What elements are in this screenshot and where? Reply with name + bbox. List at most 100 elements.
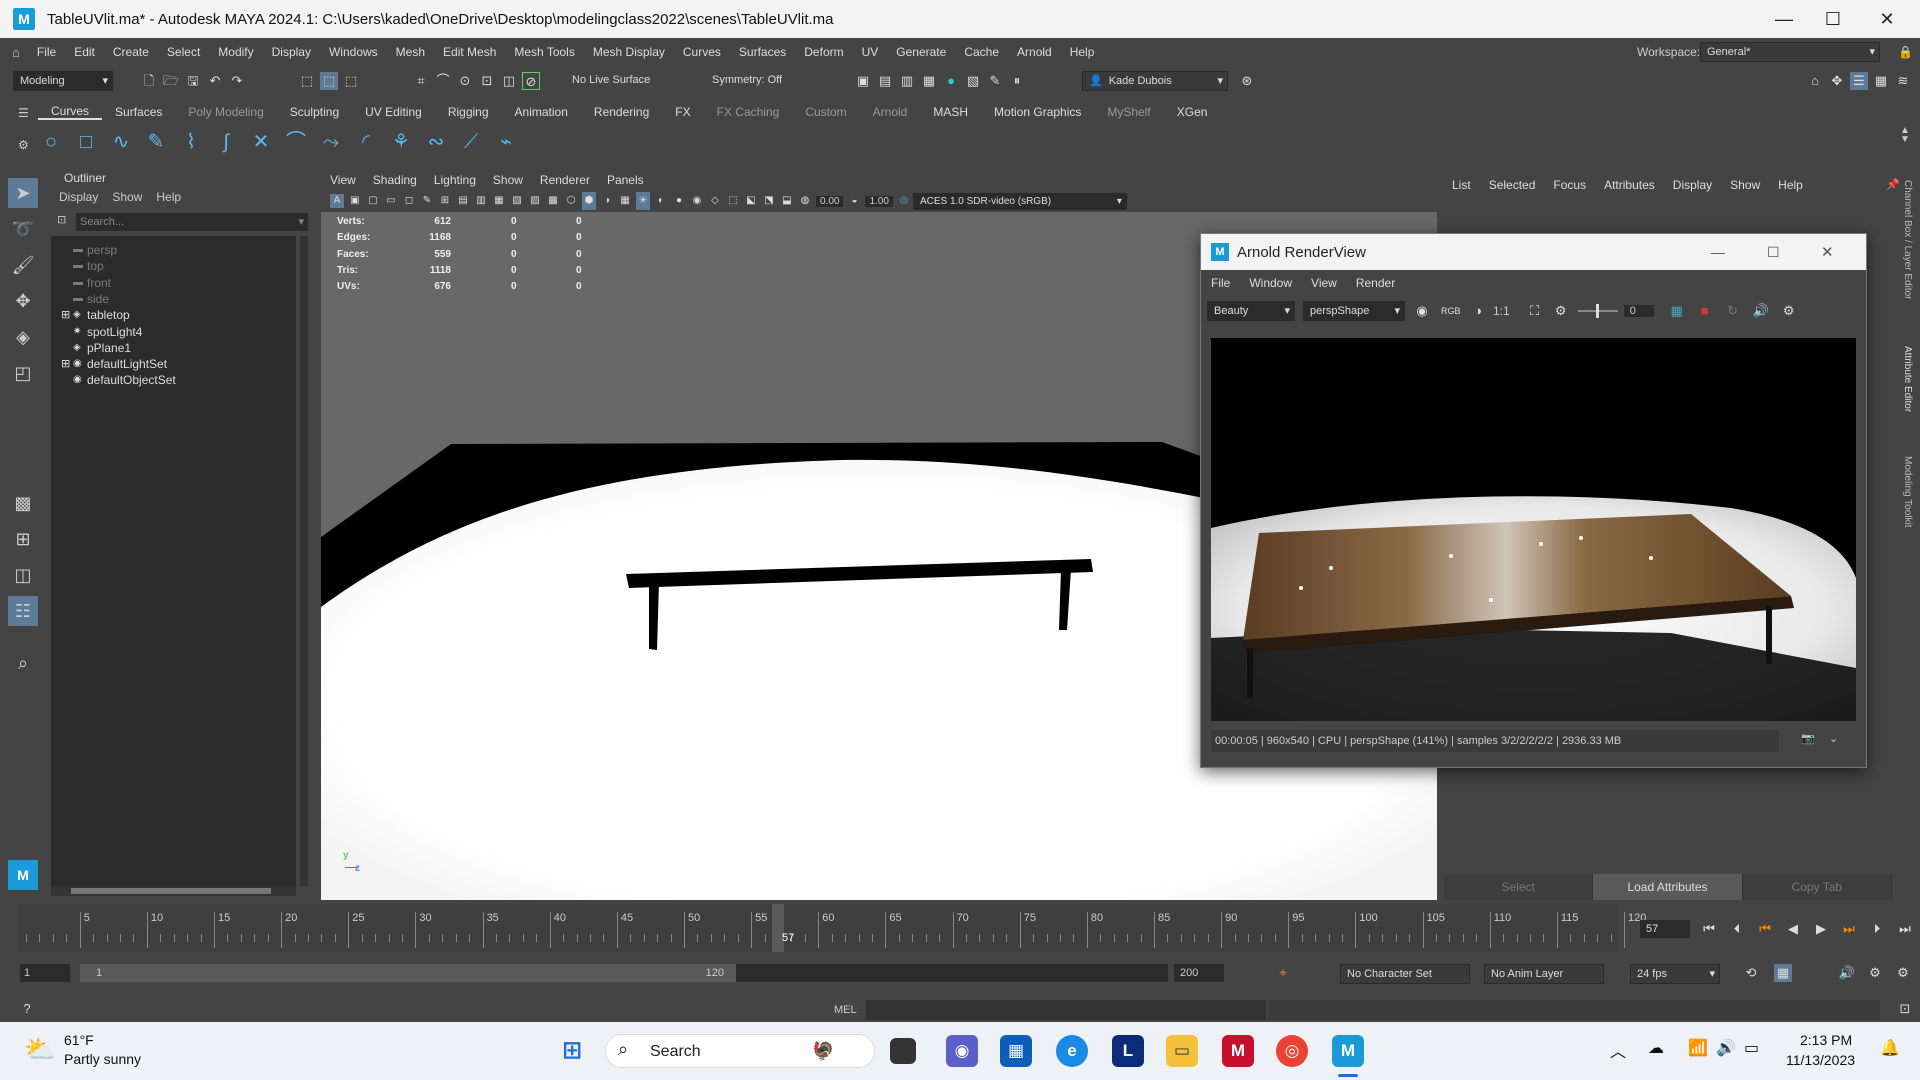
shelf-tab-fx-caching[interactable]: FX Caching — [704, 105, 793, 119]
step-back-icon[interactable]: ⏴ — [1728, 920, 1746, 938]
viewport-menu-show[interactable]: Show — [493, 173, 523, 187]
step-back-key-icon[interactable]: ⏮ — [1756, 920, 1774, 938]
scale-tool-icon[interactable]: ◰ — [8, 358, 38, 388]
exposure-field[interactable]: 0.00 — [816, 195, 844, 207]
user-account-dropdown[interactable]: 👤 Kade Dubois ▾ — [1082, 71, 1228, 91]
renderview-menu-render[interactable]: Render — [1356, 276, 1395, 290]
viewport-menu-view[interactable]: View — [330, 173, 356, 187]
grid-toggle-icon[interactable]: ⊞ — [438, 192, 452, 210]
snap-live-icon[interactable]: ⊘ — [522, 72, 540, 90]
character-controls-icon[interactable]: ✥ — [1828, 72, 1846, 90]
curve-detach-icon[interactable]: ⤳ — [318, 129, 344, 155]
menu-generate[interactable]: Generate — [887, 45, 955, 59]
menu-edit[interactable]: Edit — [65, 45, 104, 59]
range-track[interactable]: 1 120 — [80, 964, 1168, 982]
outliner-item[interactable]: ◉ defaultObjectSet — [51, 370, 296, 390]
loop-icon[interactable]: ⟲ — [1742, 964, 1760, 982]
anti-aliasing-icon[interactable]: ◇ — [708, 192, 722, 210]
redo-icon[interactable]: ↷ — [228, 72, 246, 90]
menu-create[interactable]: Create — [104, 45, 158, 59]
anim-prefs-icon[interactable]: ⚙ — [1866, 964, 1884, 982]
renderview-menu-window[interactable]: Window — [1249, 276, 1292, 290]
curve-fillet-icon[interactable]: ◜ — [353, 129, 379, 155]
anim-layer-dropdown[interactable]: No Anim Layer — [1484, 964, 1604, 984]
menu-edit-mesh[interactable]: Edit Mesh — [434, 45, 505, 59]
go-to-end-icon[interactable]: ⏭ — [1896, 920, 1914, 938]
current-time-marker[interactable] — [772, 904, 784, 952]
curve-extend-icon[interactable]: ⌁ — [493, 129, 519, 155]
shadows-icon[interactable]: ◐ — [654, 192, 668, 210]
shelf-tab-arnold[interactable]: Arnold — [860, 105, 921, 119]
live-surface-field[interactable]: No Live Surface — [566, 71, 674, 91]
renderview-menu-view[interactable]: View — [1311, 276, 1337, 290]
cv-curve-icon[interactable]: ⌇ — [178, 129, 204, 155]
menu-mesh-display[interactable]: Mesh Display — [584, 45, 674, 59]
shelf-tab-xgen[interactable]: XGen — [1164, 105, 1221, 119]
cache-playback-icon[interactable]: ▦ — [1774, 964, 1792, 982]
step-forward-icon[interactable]: ⏵ — [1868, 920, 1886, 938]
render-frame-icon[interactable]: ▤ — [876, 72, 894, 90]
shelf-tab-curves[interactable]: Curves — [38, 104, 103, 120]
outliner-hscrollbar[interactable] — [51, 886, 296, 896]
snap-curve-icon[interactable]: ⌒ — [434, 72, 452, 90]
render-image[interactable] — [1211, 338, 1856, 721]
shelf-settings-icon[interactable]: ⚙ — [18, 138, 29, 152]
nurbs-circle-icon[interactable]: ○ — [38, 129, 64, 155]
menu-uv[interactable]: UV — [853, 45, 888, 59]
character-set-dropdown[interactable]: No Character Set — [1340, 964, 1470, 984]
file-explorer-icon[interactable]: ▭ — [1166, 1035, 1198, 1067]
menu-curves[interactable]: Curves — [674, 45, 730, 59]
shelf-tab-myshelf[interactable]: MyShelf — [1094, 105, 1163, 119]
bookmark-icon[interactable]: ▢ — [366, 192, 380, 210]
mode-dropdown[interactable]: Modeling ▾ — [13, 71, 113, 91]
playback-settings-icon[interactable]: ⚙ — [1894, 964, 1912, 982]
snap-point-icon[interactable]: ⊙ — [456, 72, 474, 90]
film-gate-icon[interactable]: ▤ — [456, 192, 470, 210]
camera-dropdown[interactable]: perspShape ▾ — [1303, 301, 1405, 321]
edge-icon[interactable]: e — [1056, 1035, 1088, 1067]
select-hierarchy-icon[interactable]: ⬚ — [298, 72, 316, 90]
curve-attach-icon[interactable]: ⌒ — [283, 129, 309, 155]
arnold-ipr-icon[interactable]: ✎ — [986, 72, 1004, 90]
lumion-icon[interactable]: L — [1112, 1035, 1144, 1067]
taskbar-search[interactable]: ⌕ Search 🦃 — [605, 1034, 875, 1068]
maya-taskbar-icon[interactable]: M — [1332, 1035, 1364, 1067]
outliner-scrollbar[interactable] — [300, 236, 308, 886]
wifi-icon[interactable]: 📶 — [1688, 1038, 1708, 1058]
bezier-curve-icon[interactable]: ∫ — [213, 129, 239, 155]
mcafee-icon[interactable]: M — [1222, 1035, 1254, 1067]
pin-icon[interactable]: 📌 — [1886, 178, 1900, 191]
pencil-curve-icon[interactable]: ✎ — [143, 129, 169, 155]
battery-icon[interactable]: ▭ — [1744, 1038, 1759, 1058]
learning-icon[interactable]: ⊛ — [1238, 72, 1256, 90]
zoom-search-icon[interactable]: ⌕ — [8, 648, 38, 678]
menu-display[interactable]: Display — [263, 45, 320, 59]
snap-view-icon[interactable]: ⊡ — [478, 72, 496, 90]
task-view-icon[interactable] — [890, 1038, 916, 1064]
viewport-menu-renderer[interactable]: Renderer — [540, 173, 590, 187]
chrome-icon[interactable]: ◎ — [1276, 1035, 1308, 1067]
channel-box-icon[interactable]: ≋ — [1894, 72, 1912, 90]
open-scene-icon[interactable]: 🗁 — [162, 72, 180, 90]
wireframe-on-shaded-icon[interactable]: ◑ — [600, 192, 614, 210]
isolate-select-icon[interactable]: ⬕ — [744, 192, 758, 210]
menu-select[interactable]: Select — [158, 45, 209, 59]
paint-select-icon[interactable]: 🖌 — [8, 250, 38, 280]
menu-file[interactable]: File — [28, 45, 65, 59]
color-management-icon[interactable]: ◎ — [897, 192, 911, 210]
shelf-tab-sculpting[interactable]: Sculpting — [277, 105, 352, 119]
side-tab-attribute-editor[interactable]: Attribute Editor — [1902, 346, 1913, 412]
outliner-search[interactable]: Search... ▾ — [76, 213, 308, 231]
shelf-scroll-icon[interactable]: ▲ ▼ — [1900, 126, 1910, 145]
copy-tab-button[interactable]: Copy Tab — [1742, 874, 1892, 900]
curve-offset-icon[interactable]: ⚘ — [388, 129, 414, 155]
expand-icon[interactable]: ⌄ — [1829, 732, 1838, 745]
render-settings-icon[interactable]: ▦ — [920, 72, 938, 90]
curve-rebuild-icon[interactable]: ∾ — [423, 129, 449, 155]
save-scene-icon[interactable]: 🖫 — [184, 72, 202, 90]
load-attributes-button[interactable]: Load Attributes — [1593, 874, 1743, 900]
render-view-icon[interactable]: ▣ — [854, 72, 872, 90]
nurbs-square-icon[interactable]: □ — [73, 129, 99, 155]
show-hidden-icons-icon[interactable]: ︿ — [1610, 1038, 1626, 1062]
select-camera-icon[interactable]: A — [330, 194, 344, 208]
